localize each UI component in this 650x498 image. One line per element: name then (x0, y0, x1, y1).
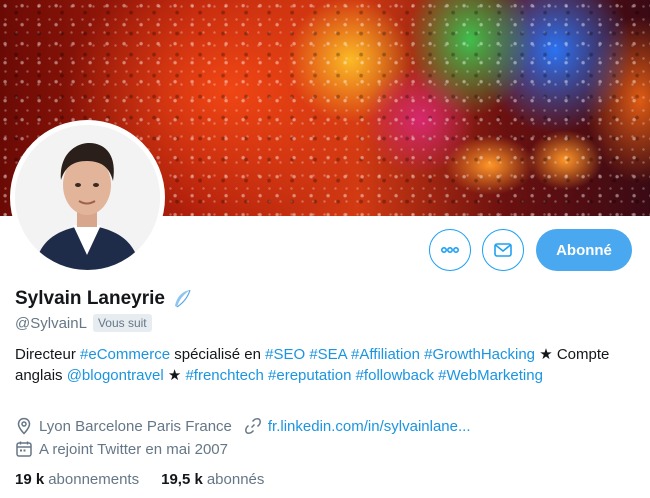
bio-link[interactable]: #eCommerce (80, 346, 170, 363)
calendar-icon (16, 441, 32, 457)
profile-bio: Directeur #eCommerce spécialisé en #SEO … (15, 345, 640, 386)
link-icon (244, 418, 261, 434)
mail-icon (494, 243, 512, 257)
bio-link[interactable]: #WebMarketing (438, 367, 543, 384)
message-button[interactable] (482, 229, 524, 271)
bio-link[interactable]: @blogontravel (67, 367, 164, 384)
following-label: abonnements (48, 471, 140, 488)
followers-count: 19,5 k (161, 471, 203, 488)
follows-you-badge: Vous suit (92, 314, 152, 332)
bio-link[interactable]: #ereputation (268, 367, 351, 384)
bio-text: Directeur (15, 346, 81, 363)
avatar-photo (15, 125, 160, 270)
bio-link[interactable]: #frenchtech (185, 367, 263, 384)
website-link[interactable]: fr.linkedin.com/in/sylvainlane... (268, 418, 471, 435)
follow-stats: 19 k abonnements 19,5 k abonnés (15, 471, 286, 488)
joined-date: A rejoint Twitter en mai 2007 (39, 440, 228, 458)
avatar[interactable] (10, 120, 165, 275)
bio-link[interactable]: #SEA (309, 346, 347, 363)
profile-name-row: Sylvain Laneyrie (15, 288, 193, 310)
more-icon (440, 247, 460, 254)
following-stat[interactable]: 19 k abonnements (15, 471, 139, 488)
profile-meta-row: Lyon Barcelone Paris France fr.linkedin.… (15, 417, 471, 435)
joined-row: A rejoint Twitter en mai 2007 (15, 440, 228, 458)
feather-icon (174, 289, 191, 308)
avatar-portrait (15, 125, 160, 270)
more-options-button[interactable] (429, 229, 471, 271)
location-icon (17, 417, 31, 435)
following-count: 19 k (15, 471, 45, 488)
followers-label: abonnés (206, 471, 265, 488)
bio-link[interactable]: #GrowthHacking (424, 346, 535, 363)
bio-text: ★ (163, 366, 186, 384)
display-name: Sylvain Laneyrie (15, 288, 165, 309)
location-text: Lyon Barcelone Paris France (39, 417, 232, 435)
bio-link[interactable]: #SEO (265, 346, 305, 363)
user-handle: @SylvainL (15, 314, 87, 332)
followers-stat[interactable]: 19,5 k abonnés (161, 471, 264, 488)
following-button[interactable]: Abonné (536, 229, 632, 271)
bio-link[interactable]: #followback (356, 367, 434, 384)
handle-row: @SylvainL Vous suit (15, 314, 152, 332)
bio-link[interactable]: #Affiliation (351, 346, 420, 363)
bio-text: spécialisé en (170, 346, 266, 363)
